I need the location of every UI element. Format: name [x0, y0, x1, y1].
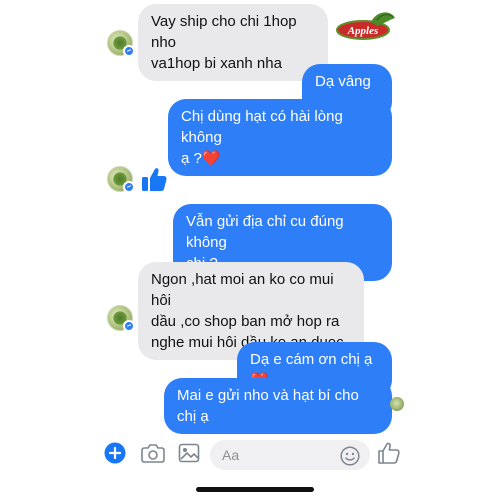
emoji-icon[interactable]: [340, 446, 360, 466]
contact-avatar[interactable]: [107, 30, 135, 57]
messenger-badge-icon: [123, 320, 135, 332]
message-outgoing[interactable]: Chị dùng hạt có hài lòng không ạ ?❤️: [168, 99, 392, 176]
camera-icon[interactable]: [141, 442, 165, 464]
logo-text: Apples: [347, 25, 379, 37]
thumbs-up-icon[interactable]: [140, 165, 168, 193]
thumbs-up-icon[interactable]: [377, 441, 401, 465]
image-icon[interactable]: [178, 442, 200, 464]
plus-icon[interactable]: [104, 442, 126, 464]
contact-avatar[interactable]: [107, 166, 135, 193]
message-incoming[interactable]: Vay ship cho chi 1hop nho va1hop bi xanh…: [138, 4, 328, 81]
home-indicator: [196, 487, 314, 492]
messenger-badge-icon: [123, 181, 135, 193]
conversation-thread: Vay ship cho chi 1hop nho va1hop bi xanh…: [0, 0, 503, 434]
contact-avatar[interactable]: [107, 305, 135, 332]
messenger-badge-icon: [123, 45, 135, 57]
read-receipt-avatar: [390, 397, 404, 411]
message-outgoing[interactable]: Mai e gửi nho và hạt bí cho chị ạ: [164, 378, 392, 434]
message-composer: [0, 430, 503, 478]
apples-logo: Apples: [336, 12, 395, 40]
